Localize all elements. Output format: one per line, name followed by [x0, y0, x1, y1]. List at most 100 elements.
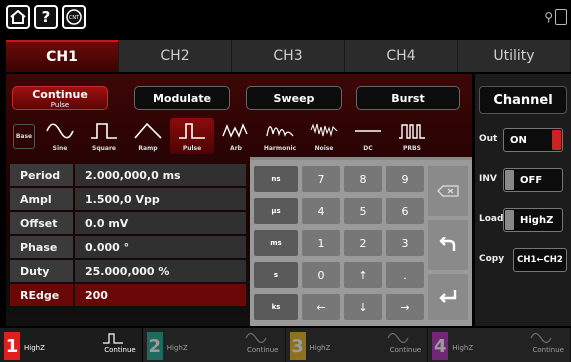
toggle-knob [505, 210, 514, 230]
ch4-load: HighZ [452, 344, 474, 352]
copy-label: Copy [479, 254, 505, 264]
load-value: HighZ [520, 214, 554, 226]
numeric-keypad: ns µs ms s ks 7 8 9 4 5 6 1 2 3 0 ↑ . ← … [250, 160, 472, 326]
ch1-number: 1 [4, 332, 20, 360]
wave-square-label: Square [92, 145, 116, 152]
wave-prbs[interactable]: PRBS [390, 118, 434, 154]
wave-pulse-label: Pulse [182, 145, 202, 152]
key-7[interactable]: 7 [302, 166, 340, 192]
wave-arb[interactable]: Arb [214, 118, 258, 154]
pulse-wave-icon [102, 333, 123, 344]
enter-icon[interactable] [428, 274, 468, 320]
wave-noise[interactable]: Noise [302, 118, 346, 154]
ch2-status[interactable]: 2 HighZ Continue [143, 328, 286, 362]
right-arrow-key[interactable]: → [386, 294, 424, 320]
ch3-load: HighZ [309, 344, 331, 352]
ch3-status[interactable]: 3 HighZ Continue [286, 328, 429, 362]
counter-icon[interactable]: CNT [62, 5, 86, 29]
ch3-mode: Continue [389, 346, 422, 354]
ch1-status[interactable]: 1 HighZ Continue [0, 328, 143, 362]
ch4-status[interactable]: 4 HighZ Continue [428, 328, 571, 362]
wave-prbs-label: PRBS [403, 145, 421, 152]
modulate-button[interactable]: Modulate [134, 86, 230, 110]
out-label: Out [479, 134, 498, 144]
param-phase[interactable]: Phase 0.000 ° [10, 236, 246, 258]
unit-ks-key[interactable]: ks [254, 294, 298, 320]
param-redge[interactable]: REdge 200 [10, 284, 246, 306]
key-4[interactable]: 4 [302, 198, 340, 224]
continue-button[interactable]: Continue Pulse [12, 86, 108, 110]
param-offset[interactable]: Offset 0.0 mV [10, 212, 246, 234]
ch2-load: HighZ [166, 344, 188, 352]
toggle-knob [552, 130, 561, 150]
load-toggle[interactable]: HighZ [503, 208, 563, 232]
unit-ms-key[interactable]: ms [254, 230, 298, 256]
wave-sine[interactable]: Sine [38, 118, 82, 154]
ch4-number: 4 [432, 332, 449, 360]
wave-harmonic[interactable]: Harmonic [258, 118, 302, 154]
sine-wave-icon [387, 332, 409, 344]
param-label: Ampl [10, 188, 73, 210]
key-3[interactable]: 3 [386, 230, 424, 256]
noise-wave-icon [310, 123, 338, 137]
param-period[interactable]: Period 2.000,000,0 ms [10, 164, 246, 186]
wave-ramp[interactable]: Ramp [126, 118, 170, 154]
sign-key[interactable]: ↑ [344, 262, 382, 288]
inv-toggle[interactable]: OFF [503, 168, 563, 192]
channel-tabs: CH1 CH2 CH3 CH4 Utility [6, 40, 571, 72]
ramp-wave-icon [134, 122, 162, 139]
unit-s-key[interactable]: s [254, 262, 298, 288]
waveform-selector: Base Sine Square Ramp Pulse Arb Harmonic… [10, 118, 470, 154]
inv-label: INV [479, 174, 497, 184]
key-1[interactable]: 1 [302, 230, 340, 256]
backspace-icon[interactable] [428, 166, 468, 216]
continue-sub-label: Pulse [50, 100, 70, 109]
key-5[interactable]: 5 [344, 198, 382, 224]
wave-dc[interactable]: DC [346, 118, 390, 154]
param-label: Duty [10, 260, 73, 282]
help-icon[interactable]: ? [34, 5, 58, 29]
dc-wave-icon [355, 130, 381, 132]
param-ampl[interactable]: Ampl 1.500,0 Vpp [10, 188, 246, 210]
out-toggle[interactable]: ON [503, 128, 563, 152]
inv-value: OFF [520, 174, 543, 186]
arb-wave-icon [222, 123, 248, 138]
tab-ch4[interactable]: CH4 [345, 40, 458, 72]
base-button[interactable]: Base [10, 118, 38, 154]
decimal-key[interactable]: . [386, 262, 424, 288]
down-arrow-key[interactable]: ↓ [344, 294, 382, 320]
continue-label: Continue [32, 87, 88, 101]
unit-us-key[interactable]: µs [254, 198, 298, 224]
undo-icon[interactable] [428, 220, 468, 270]
wave-sine-label: Sine [52, 145, 68, 152]
wave-square[interactable]: Square [82, 118, 126, 154]
key-0[interactable]: 0 [302, 262, 340, 288]
sweep-button[interactable]: Sweep [246, 86, 342, 110]
unit-ns-key[interactable]: ns [254, 166, 298, 192]
tab-utility[interactable]: Utility [458, 40, 571, 72]
left-arrow-key[interactable]: ← [302, 294, 340, 320]
key-8[interactable]: 8 [344, 166, 382, 192]
home-icon[interactable] [6, 5, 30, 29]
tab-ch3[interactable]: CH3 [232, 40, 345, 72]
ch2-number: 2 [146, 332, 163, 360]
tab-ch1[interactable]: CH1 [6, 40, 119, 72]
param-value: 200 [75, 284, 246, 306]
copy-button[interactable]: CH1←CH2 [513, 248, 567, 272]
param-duty[interactable]: Duty 25.000,000 % [10, 260, 246, 282]
param-label: Offset [10, 212, 73, 234]
param-value: 0.000 ° [75, 236, 246, 258]
wave-arb-label: Arb [230, 145, 242, 152]
pulse-wave-icon [179, 123, 205, 139]
tab-ch2[interactable]: CH2 [119, 40, 232, 72]
param-label: Period [10, 164, 73, 186]
usb-icon: ⚲ [544, 10, 553, 24]
toggle-knob [505, 170, 514, 190]
ch1-panel: Continue Pulse Modulate Sweep Burst Base… [6, 74, 472, 326]
burst-button[interactable]: Burst [356, 86, 460, 110]
key-6[interactable]: 6 [386, 198, 424, 224]
wave-pulse[interactable]: Pulse [170, 118, 214, 154]
key-2[interactable]: 2 [344, 230, 382, 256]
key-9[interactable]: 9 [386, 166, 424, 192]
param-value: 1.500,0 Vpp [75, 188, 246, 210]
